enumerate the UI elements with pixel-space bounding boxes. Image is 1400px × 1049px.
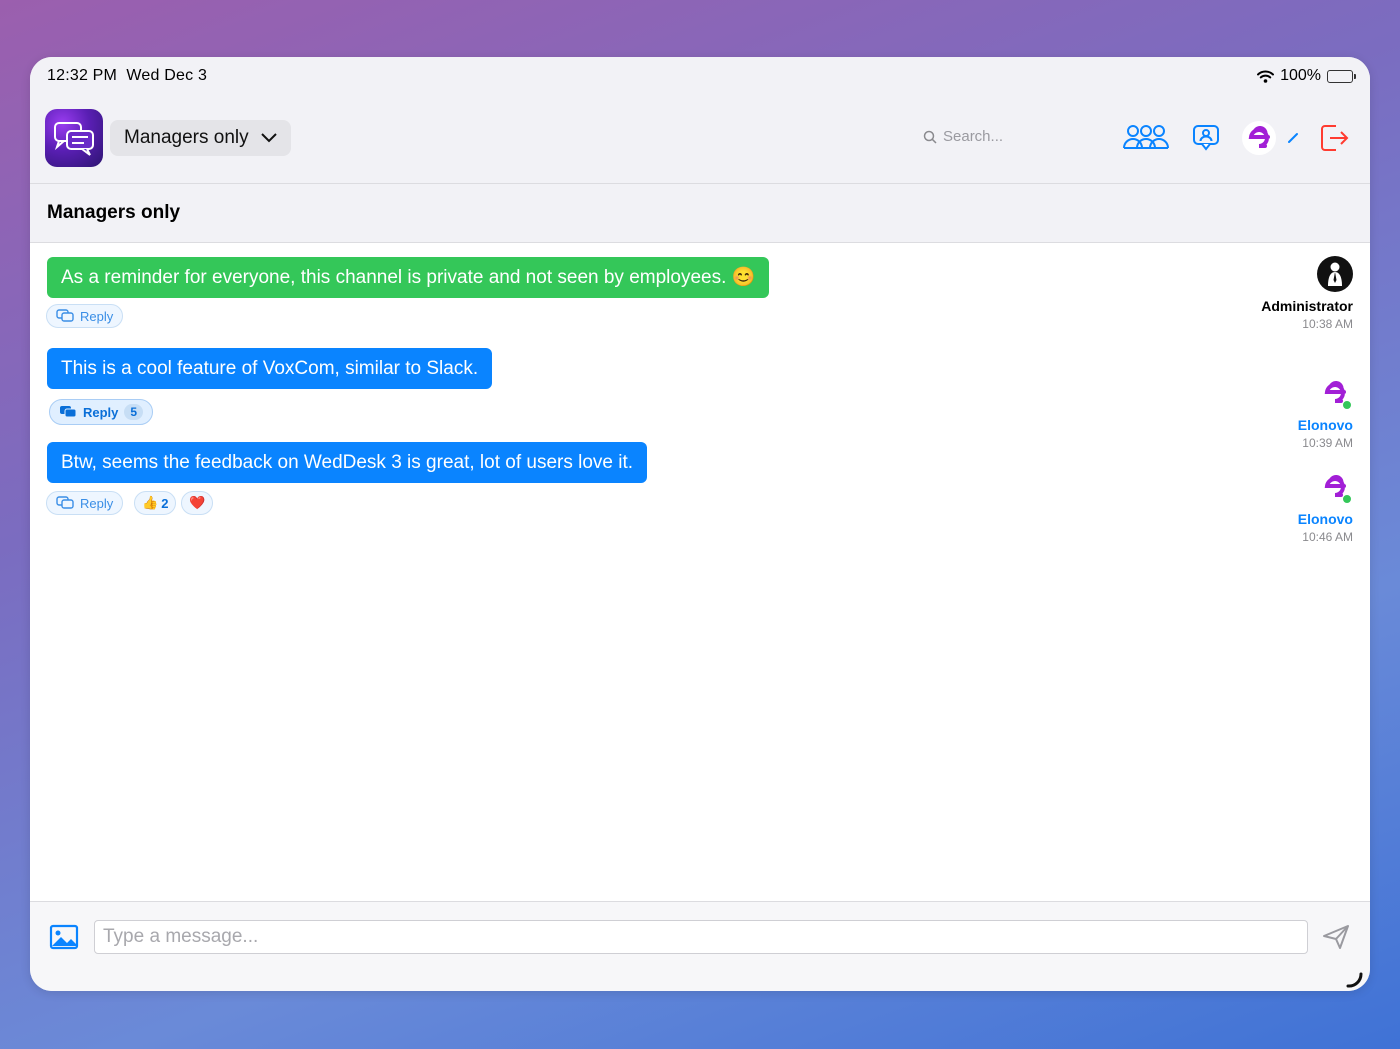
search-field[interactable]: Search... (923, 128, 1003, 145)
message-bubble[interactable]: As a reminder for everyone, this channel… (47, 257, 770, 298)
chat-user-icon[interactable] (1192, 124, 1220, 152)
administrator-avatar (1317, 256, 1353, 292)
members-icon[interactable] (1123, 124, 1169, 150)
reply-icon (56, 309, 74, 322)
channel-selector[interactable]: Managers only (110, 120, 291, 156)
status-right: 100% (1257, 67, 1356, 85)
reply-icon (60, 406, 77, 418)
reply-count-badge: 5 (124, 404, 144, 420)
wifi-icon (1257, 70, 1275, 83)
reaction-thumbs-up[interactable]: 👍 2 (134, 491, 177, 515)
search-placeholder: Search... (943, 128, 1004, 145)
message-author: Administrator 10:38 AM (1261, 256, 1353, 331)
resize-handle-icon[interactable] (1346, 970, 1364, 988)
edit-profile-icon[interactable] (1287, 132, 1299, 144)
battery-icon (1327, 69, 1356, 83)
message-composer (30, 901, 1370, 991)
search-icon (923, 130, 937, 144)
app-window: 12:32 PM Wed Dec 3 100% Managers only Se… (30, 57, 1370, 991)
reply-icon (56, 496, 74, 509)
message-bubble[interactable]: This is a cool feature of VoxCom, simila… (47, 348, 493, 389)
message-bubble[interactable]: Btw, seems the feedback on WedDesk 3 is … (47, 442, 648, 483)
battery-percent: 100% (1280, 67, 1321, 84)
status-bar: 12:32 PM Wed Dec 3 100% (30, 57, 1370, 97)
thumbs-up-icon: 👍 (142, 495, 159, 510)
online-indicator (1342, 494, 1352, 504)
image-attach-icon[interactable] (49, 924, 79, 950)
channel-header: Managers only (30, 184, 1370, 243)
send-icon[interactable] (1322, 924, 1350, 950)
channel-selector-label: Managers only (124, 127, 249, 148)
toolbar: Managers only Search... (30, 97, 1370, 184)
status-time: 12:32 PM Wed Dec 3 (47, 67, 208, 84)
page-title: Managers only (47, 202, 181, 223)
profile-avatar-icon[interactable] (1241, 120, 1277, 156)
chevron-down-icon (260, 133, 277, 143)
message-author: Elonovo 10:46 AM (1298, 469, 1353, 544)
reaction-heart[interactable]: ❤️ (181, 491, 214, 515)
app-logo-icon (45, 109, 103, 167)
reply-button[interactable]: Reply (46, 491, 124, 515)
message-input[interactable] (94, 920, 1308, 954)
reply-button[interactable]: Reply (46, 304, 124, 328)
elonovo-avatar (1317, 469, 1353, 505)
message-author: Elonovo 10:39 AM (1298, 375, 1353, 450)
logout-icon[interactable] (1320, 124, 1350, 152)
elonovo-avatar (1317, 375, 1353, 411)
reply-button[interactable]: Reply 5 (49, 399, 154, 425)
heart-icon: ❤️ (189, 495, 206, 510)
online-indicator (1342, 400, 1352, 410)
